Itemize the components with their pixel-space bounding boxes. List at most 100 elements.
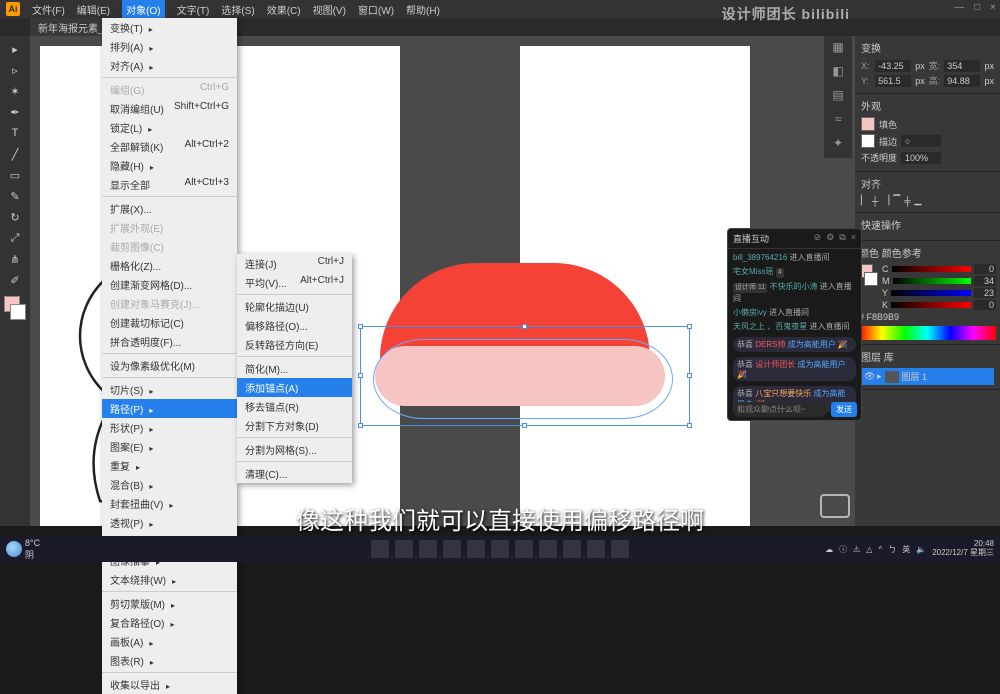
submenu-item[interactable]: 分割为网格(S)... bbox=[237, 440, 352, 459]
app-icon-2[interactable] bbox=[515, 540, 533, 558]
menu-item[interactable]: 复合路径(O) bbox=[102, 613, 237, 632]
menu-file[interactable]: 文件(F) bbox=[32, 2, 65, 17]
menu-item[interactable]: 设为像素级优化(M) bbox=[102, 356, 237, 375]
direct-selection-tool-icon[interactable]: ▹ bbox=[4, 61, 26, 79]
fill-stroke-swatch[interactable] bbox=[4, 296, 26, 320]
menu-item[interactable]: 路径(P) bbox=[102, 399, 237, 418]
tray-icon[interactable]: ⚠ bbox=[853, 545, 860, 554]
ime-icon[interactable]: ㄅ bbox=[888, 544, 896, 555]
menu-item[interactable]: 切片(S) bbox=[102, 380, 237, 399]
swatches-icon[interactable]: ▤ bbox=[829, 88, 847, 106]
edge-icon[interactable] bbox=[467, 540, 485, 558]
line-tool-icon[interactable]: ╱ bbox=[4, 145, 26, 163]
chat-close-icon[interactable]: × bbox=[851, 232, 856, 245]
brush-tool-icon[interactable]: ✎ bbox=[4, 187, 26, 205]
menu-item[interactable]: 锁定(L) bbox=[102, 118, 237, 137]
scale-tool-icon[interactable]: ⤢ bbox=[4, 229, 26, 247]
submenu-item[interactable]: 移去锚点(R) bbox=[237, 397, 352, 416]
volume-icon[interactable]: 🔈 bbox=[916, 545, 926, 554]
system-tray[interactable]: ☁ ⓘ ⚠ △ ^ ㄅ 英 🔈 20:48 2022/12/7 星期三 bbox=[825, 540, 994, 558]
menu-item[interactable]: 画板(A) bbox=[102, 632, 237, 651]
live-chat-panel[interactable]: 直播互动 ⊘ ⚙ ⧉ × bill_389764216 进入直播间 宅女Miss… bbox=[727, 228, 862, 421]
fill-swatch-icon[interactable] bbox=[861, 117, 875, 131]
align-top-icon[interactable]: ▔ bbox=[893, 195, 900, 206]
submenu-item[interactable]: 分割下方对象(D) bbox=[237, 416, 352, 435]
spectrum-bar[interactable] bbox=[859, 326, 996, 340]
menu-item[interactable]: 拼合透明度(F)... bbox=[102, 332, 237, 351]
search-icon[interactable] bbox=[395, 540, 413, 558]
path-submenu-dropdown[interactable]: 连接(J)Ctrl+J平均(V)...Alt+Ctrl+J 轮廓化描边(U)偏移路… bbox=[237, 254, 352, 483]
chat-settings-icon[interactable]: ⚙ bbox=[826, 232, 834, 245]
start-icon[interactable] bbox=[371, 540, 389, 558]
pen-tool-icon[interactable]: ✒ bbox=[4, 103, 26, 121]
properties-icon[interactable]: ▦ bbox=[829, 40, 847, 58]
chat-popout-icon[interactable]: ⧉ bbox=[839, 232, 845, 245]
width-tool-icon[interactable]: ⋔ bbox=[4, 250, 26, 268]
menu-view[interactable]: 视图(V) bbox=[313, 2, 346, 17]
hex-field[interactable]: # F8B9B9 bbox=[859, 312, 996, 322]
align-left-icon[interactable]: ▏ bbox=[861, 195, 868, 206]
object-menu-dropdown[interactable]: 变换(T)排列(A)对齐(A) 编组(G)Ctrl+G取消编组(U)Shift+C… bbox=[102, 18, 237, 694]
layer-row[interactable]: 👁 ▸ 图层 1 bbox=[861, 368, 994, 385]
chat-send-button[interactable]: 发送 bbox=[831, 402, 857, 417]
maximize-button[interactable]: □ bbox=[974, 2, 980, 13]
eyedropper-tool-icon[interactable]: ✐ bbox=[4, 271, 26, 289]
rectangle-tool-icon[interactable]: ▭ bbox=[4, 166, 26, 184]
rotate-tool-icon[interactable]: ↻ bbox=[4, 208, 26, 226]
y-slider[interactable] bbox=[891, 290, 971, 296]
expand-icon[interactable]: ▸ bbox=[877, 371, 882, 382]
submenu-item[interactable]: 清理(C)... bbox=[237, 464, 352, 483]
app-icon-5[interactable] bbox=[587, 540, 605, 558]
submenu-item[interactable]: 添加锚点(A) bbox=[237, 378, 352, 397]
submenu-item[interactable]: 偏移路径(O)... bbox=[237, 316, 352, 335]
menu-item[interactable]: 编组(G)Ctrl+G bbox=[102, 80, 237, 99]
submenu-item[interactable]: 轮廓化描边(U) bbox=[237, 297, 352, 316]
menu-item[interactable]: 排列(A) bbox=[102, 37, 237, 56]
tray-icon[interactable]: △ bbox=[866, 545, 872, 554]
app-icon-1[interactable] bbox=[491, 540, 509, 558]
align-center-icon[interactable]: ┼ bbox=[872, 196, 878, 206]
menu-item[interactable]: 取消编组(U)Shift+Ctrl+G bbox=[102, 99, 237, 118]
layer-name[interactable]: 图层 1 bbox=[902, 370, 928, 383]
menu-item[interactable]: 变换(T) bbox=[102, 18, 237, 37]
menu-item[interactable]: 创建渐变网格(D)... bbox=[102, 275, 237, 294]
c-slider[interactable] bbox=[892, 266, 972, 272]
taskview-icon[interactable] bbox=[419, 540, 437, 558]
submenu-item[interactable]: 简化(M)... bbox=[237, 359, 352, 378]
app-icon-6[interactable] bbox=[611, 540, 629, 558]
menu-help[interactable]: 帮助(H) bbox=[406, 2, 440, 17]
ime-lang-icon[interactable]: 英 bbox=[902, 544, 910, 555]
menu-type[interactable]: 文字(T) bbox=[177, 2, 210, 17]
align-middle-icon[interactable]: ╪ bbox=[904, 196, 910, 206]
opacity-field[interactable]: 100% bbox=[901, 152, 941, 164]
w-field[interactable]: 354 bbox=[944, 60, 980, 72]
type-tool-icon[interactable]: T bbox=[4, 124, 26, 142]
align-right-icon[interactable]: ▕ bbox=[882, 195, 889, 206]
weather-icon[interactable] bbox=[6, 541, 22, 557]
align-bottom-icon[interactable]: ▁ bbox=[915, 195, 922, 206]
menu-item[interactable]: 重复 bbox=[102, 456, 237, 475]
menu-item[interactable]: 对齐(A) bbox=[102, 56, 237, 75]
symbols-icon[interactable]: ✦ bbox=[829, 136, 847, 154]
y-field[interactable]: 561.5 bbox=[875, 75, 911, 87]
app-icon-3[interactable] bbox=[539, 540, 557, 558]
submenu-item[interactable]: 平均(V)...Alt+Ctrl+J bbox=[237, 273, 352, 292]
tray-icon[interactable]: ☁ bbox=[825, 545, 833, 554]
selection-tool-icon[interactable]: ▸ bbox=[4, 40, 26, 58]
menu-item[interactable]: 创建对象马赛克(J)... bbox=[102, 294, 237, 313]
k-slider[interactable] bbox=[891, 302, 971, 308]
brushes-icon[interactable]: ≈ bbox=[829, 112, 847, 130]
menu-item[interactable]: 全部解锁(K)Alt+Ctrl+2 bbox=[102, 137, 237, 156]
taskbar-apps[interactable] bbox=[371, 540, 629, 558]
h-field[interactable]: 94.88 bbox=[944, 75, 980, 87]
submenu-item[interactable]: 连接(J)Ctrl+J bbox=[237, 254, 352, 273]
minimize-button[interactable]: — bbox=[954, 2, 964, 13]
chat-filter-icon[interactable]: ⊘ bbox=[814, 232, 822, 245]
menu-item[interactable]: 封套扭曲(V) bbox=[102, 494, 237, 513]
stroke-weight-field[interactable]: ○ bbox=[901, 135, 941, 147]
m-slider[interactable] bbox=[893, 278, 972, 284]
menu-item[interactable]: 剪切蒙版(M) bbox=[102, 594, 237, 613]
menu-window[interactable]: 窗口(W) bbox=[358, 2, 394, 17]
menu-edit[interactable]: 编辑(E) bbox=[77, 2, 110, 17]
menu-item[interactable]: 文本绕排(W) bbox=[102, 570, 237, 589]
